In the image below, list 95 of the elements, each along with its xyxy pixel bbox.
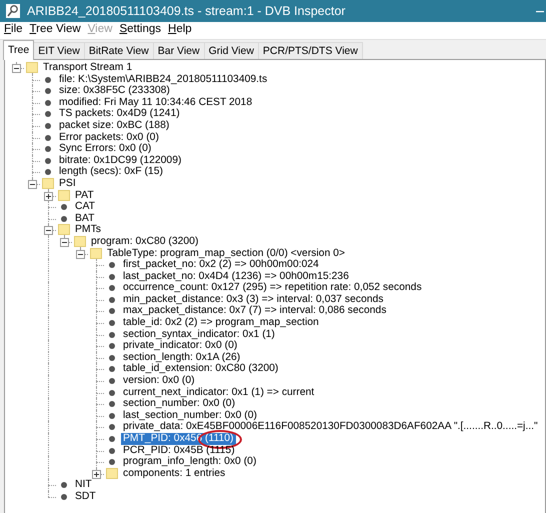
expander-toggle[interactable] [44, 192, 53, 201]
minimize-icon[interactable] [536, 11, 544, 13]
leaf-dot-icon [109, 285, 115, 292]
leaf-dot-icon [109, 274, 115, 280]
menu-item[interactable]: Settings [119, 23, 161, 39]
tree-item[interactable]: first_packet_no: 0x2 (2) => 00h00m00:024 [121, 259, 321, 271]
leaf-dot-icon [45, 88, 51, 94]
magnifier-icon [6, 4, 20, 18]
leaf-dot-icon [109, 390, 115, 396]
tree-item[interactable]: TableType: program_map_section (0/0) <version 0> [105, 248, 347, 260]
menu-item[interactable]: File [4, 23, 23, 39]
leaf-dot-icon [109, 436, 115, 442]
leaf-dot-icon [109, 343, 115, 350]
tree-item[interactable]: table_id: 0x2 (2) => program_map_section [121, 317, 321, 329]
tree-item[interactable]: file: K:\System\ARIBB24_20180511103409.ts [57, 74, 270, 86]
folder-icon [90, 248, 102, 258]
tree-item[interactable]: Sync Errors: 0x0 (0) [57, 143, 154, 155]
leaf-dot-icon [109, 320, 115, 326]
menu-item[interactable]: Tree View [30, 23, 81, 39]
tree-item[interactable]: min_packet_distance: 0x3 (3) => interval: 0,037 seconds [121, 294, 386, 306]
leaf-dot-icon [109, 296, 115, 303]
tree-item[interactable]: BAT [73, 212, 96, 224]
expander-toggle[interactable] [92, 470, 101, 479]
folder-icon [106, 468, 118, 479]
tree-item[interactable]: SDT [73, 490, 98, 503]
expander-toggle[interactable] [12, 64, 21, 73]
expander-toggle[interactable] [44, 226, 53, 236]
folder-icon [42, 178, 54, 189]
leaf-dot-icon [109, 424, 115, 430]
leaf-dot-icon [109, 366, 115, 372]
tree-item[interactable]: PMTs [73, 224, 103, 236]
tree-item[interactable]: PSI [57, 178, 78, 190]
tab[interactable]: Bar View [152, 42, 205, 59]
leaf-dot-icon [61, 482, 67, 488]
tab[interactable]: BitRate View [84, 42, 154, 59]
tree-item[interactable]: PAT [73, 190, 96, 202]
leaf-dot-icon [45, 122, 51, 129]
leaf-dot-icon [45, 100, 51, 106]
tree-item[interactable]: version: 0x0 (0) [121, 375, 197, 387]
tree-item[interactable]: current_next_indicator: 0x1 (1) => current [121, 386, 316, 398]
tree-item[interactable]: modified: Fri May 11 10:34:46 CEST 2018 [57, 96, 254, 108]
leaf-dot-icon [45, 158, 51, 164]
leaf-dot-icon [45, 146, 51, 152]
leaf-dot-icon [61, 216, 67, 222]
leaf-dot-icon [109, 354, 115, 361]
tree-item[interactable]: bitrate: 0x1DC99 (122009) [57, 154, 184, 166]
tree-item[interactable]: max_packet_distance: 0x7 (7) => interval: 0,086 seconds [121, 305, 388, 318]
tab[interactable]: PCR/PTS/DTS View [258, 42, 363, 59]
window-title: ARIBB24_20180511103409.ts - stream:1 - DVB Inspector [27, 4, 346, 18]
folder-icon [26, 62, 38, 73]
tab[interactable]: Tree [3, 40, 34, 60]
leaf-dot-icon [109, 308, 115, 314]
leaf-dot-icon [109, 401, 115, 408]
folder-icon [58, 224, 70, 236]
leaf-dot-icon [61, 204, 67, 210]
tree-item[interactable]: packet size: 0xBC (188) [57, 120, 172, 132]
leaf-dot-icon [45, 134, 51, 141]
expander-toggle[interactable] [28, 180, 37, 189]
tree-item[interactable]: size: 0x38F5C (233308) [57, 85, 172, 97]
leaf-dot-icon [109, 332, 115, 338]
tree-item[interactable]: private_data: 0xE45BF00006E116F008520130FD0300083D6AF602AA ".[.......R..0.....=j..." [121, 421, 540, 433]
leaf-dot-icon [109, 262, 115, 268]
expander-toggle[interactable] [60, 238, 69, 247]
tree-item[interactable]: program: 0xC80 (3200) [89, 236, 200, 248]
leaf-dot-icon [109, 459, 115, 466]
leaf-dot-icon [109, 412, 115, 419]
folder-icon [58, 190, 70, 201]
tree-item[interactable]: TS packets: 0x4D9 (1241) [57, 108, 182, 120]
menu-item[interactable]: Help [168, 23, 192, 39]
tree-item[interactable]: PCR_PID: 0x45B (1115) [121, 444, 237, 456]
tree-item[interactable]: Error packets: 0x0 (0) [57, 132, 161, 144]
leaf-dot-icon [45, 76, 51, 83]
expander-toggle[interactable] [76, 250, 85, 258]
leaf-dot-icon [45, 169, 51, 176]
tree-item[interactable]: private_indicator: 0x0 (0) [121, 340, 240, 352]
tree-item[interactable]: CAT [73, 201, 98, 213]
tree-item[interactable]: last_packet_no: 0x4D4 (1236) => 00h00m15:236 [121, 270, 351, 282]
tree-item[interactable]: NIT [73, 479, 94, 491]
tree-item[interactable]: length (secs): 0xF (15) [57, 166, 165, 178]
tree-item[interactable]: occurrence_count: 0x127 (295) => repetition rate: 0,052 seconds [121, 282, 424, 294]
leaf-dot-icon [109, 448, 115, 454]
leaf-dot-icon [109, 378, 115, 384]
tree-item[interactable]: components: 1 entries [121, 468, 228, 480]
tree-item[interactable]: Transport Stream 1 [41, 62, 134, 74]
tree-item[interactable]: section_length: 0x1A (26) [121, 352, 242, 364]
tree-item[interactable]: table_id_extension: 0xC80 (3200) [121, 363, 280, 376]
tab[interactable]: Grid View [204, 42, 259, 59]
tree-item[interactable]: section_syntax_indicator: 0x1 (1) [121, 328, 277, 340]
folder-icon [74, 236, 86, 247]
tree-item[interactable]: last_section_number: 0x0 (0) [121, 410, 259, 422]
leaf-dot-icon [45, 111, 51, 118]
tree-item[interactable]: program_info_length: 0x0 (0) [121, 456, 258, 468]
tree-item[interactable]: section_number: 0x0 (0) [121, 398, 238, 410]
tab[interactable]: EIT View [33, 42, 85, 59]
leaf-dot-icon [61, 494, 67, 500]
